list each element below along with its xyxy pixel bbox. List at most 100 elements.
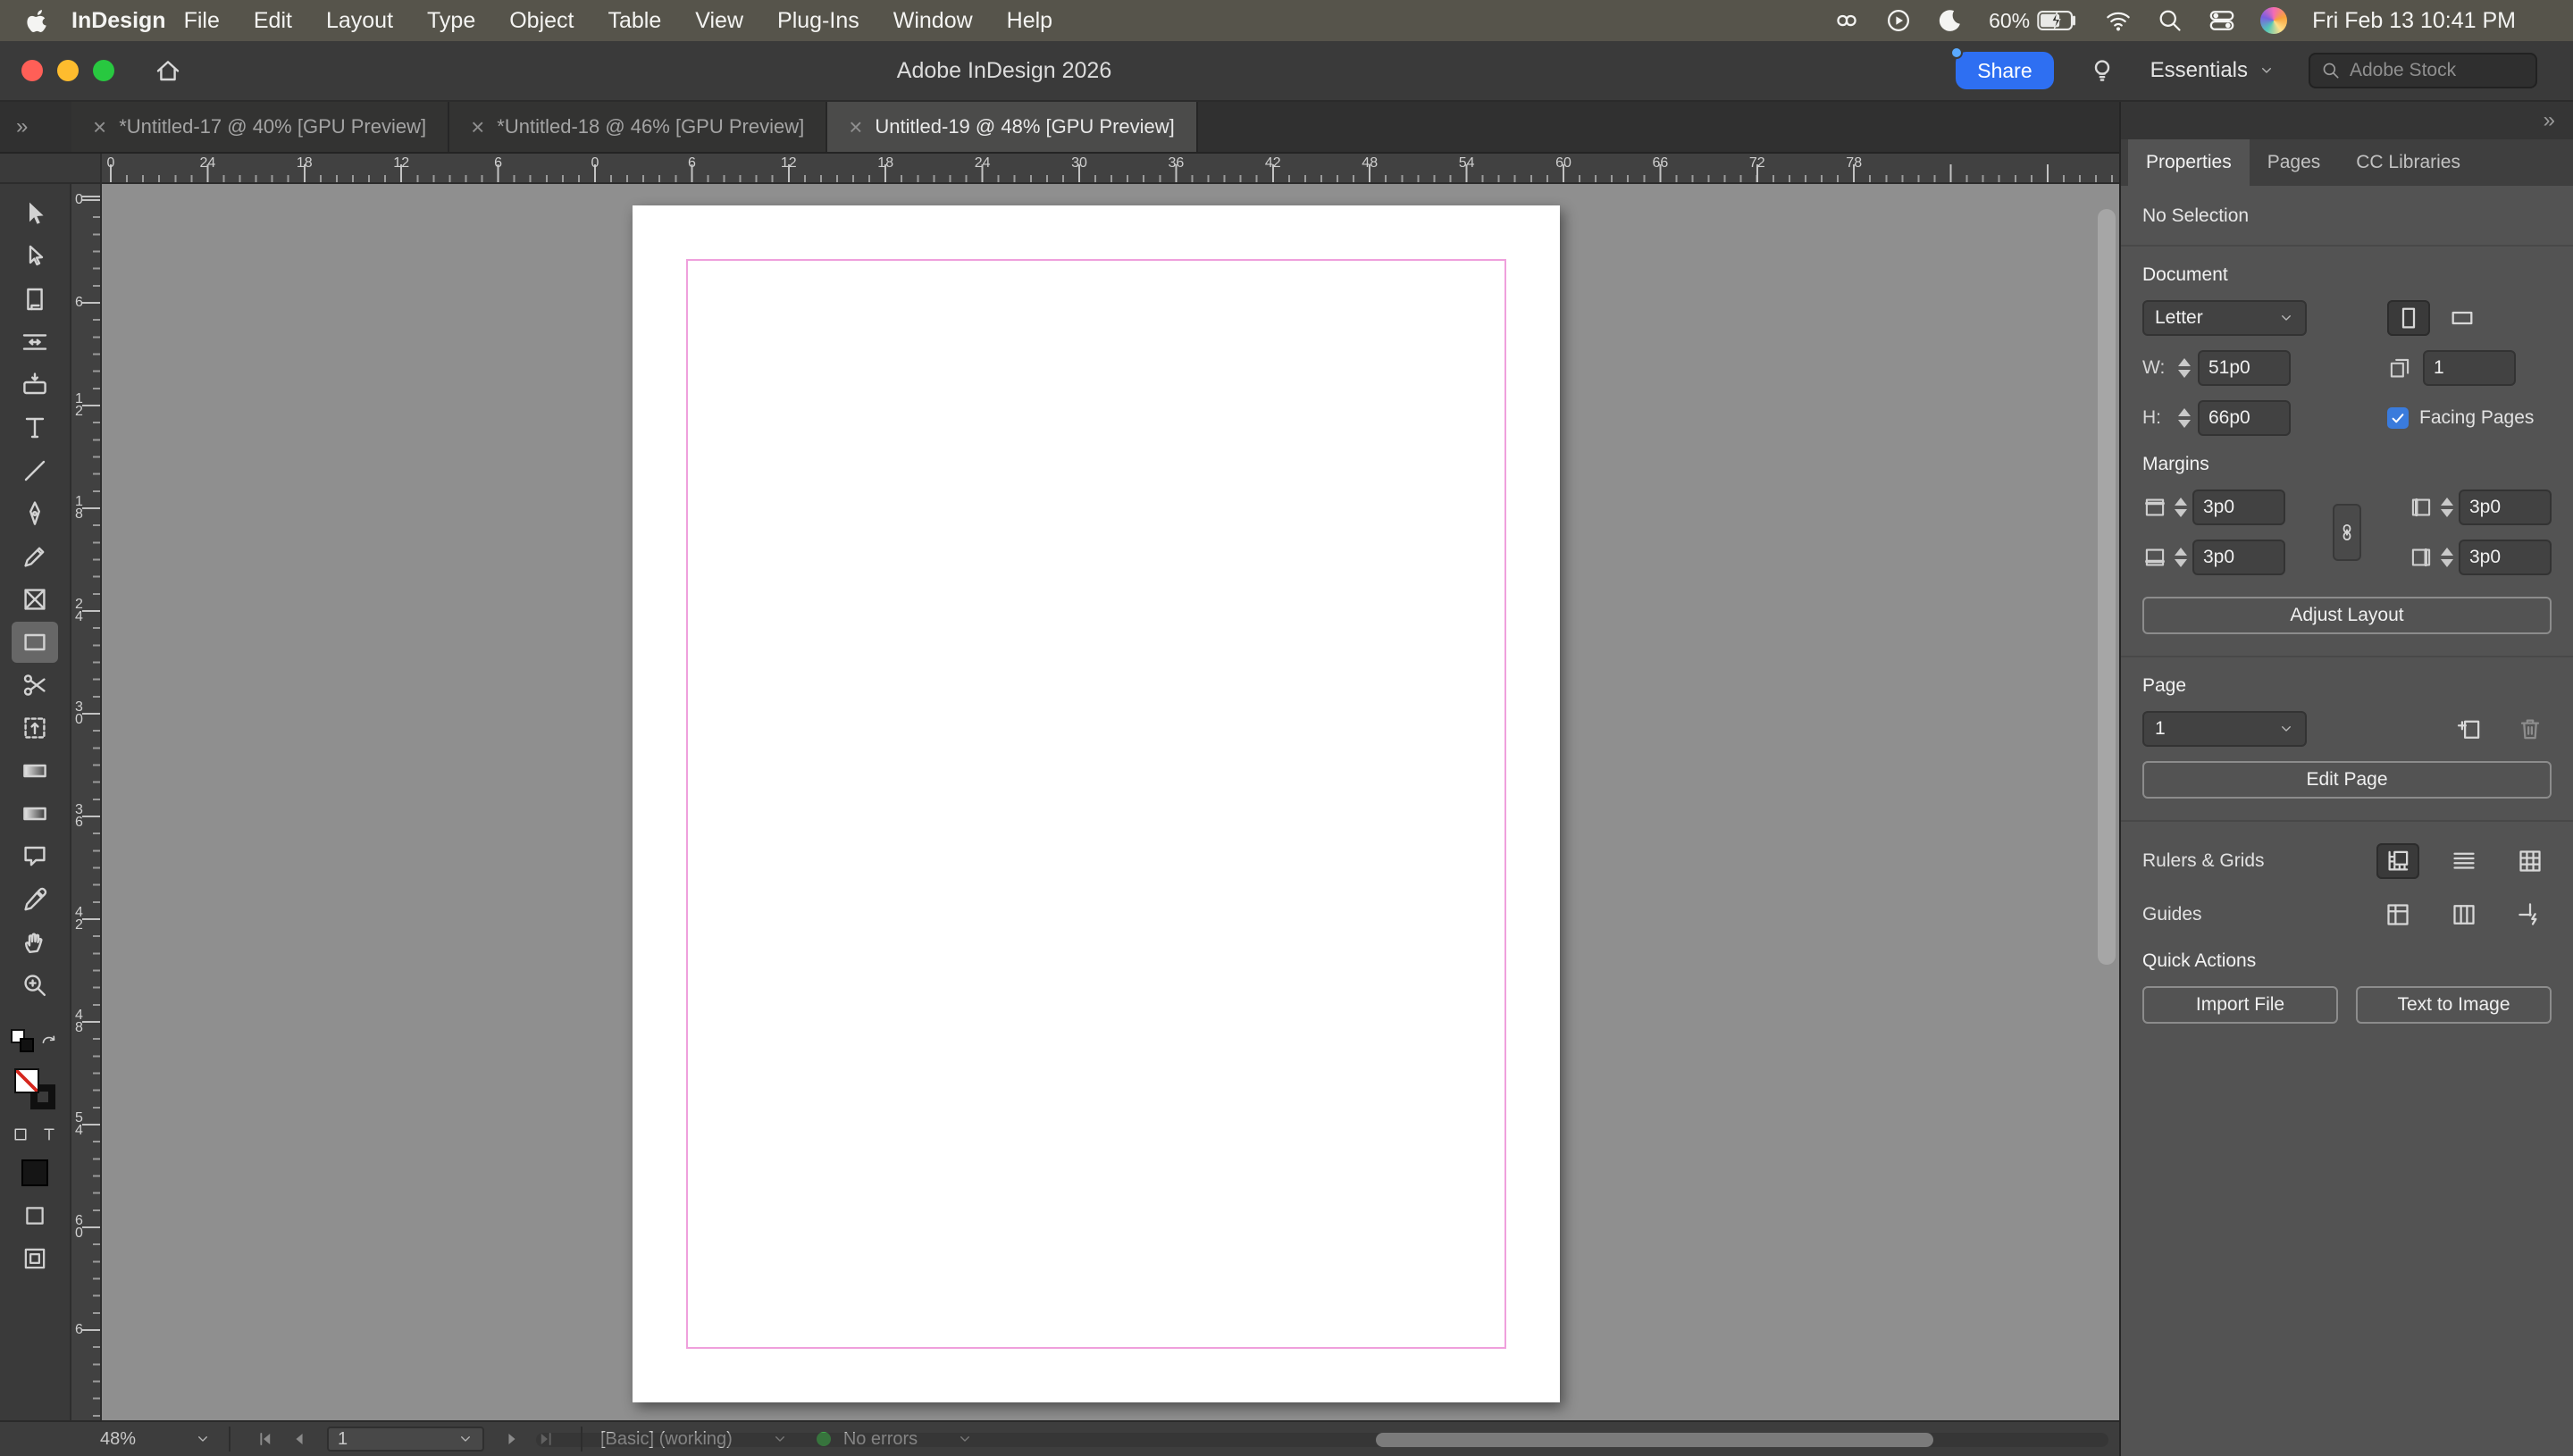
orientation-portrait-button[interactable]	[2387, 300, 2430, 336]
eyedropper-tool[interactable]	[12, 879, 58, 920]
preview-mode-button[interactable]	[21, 1245, 48, 1272]
menu-item-plug-ins[interactable]: Plug-Ins	[777, 8, 859, 34]
app-menu-name[interactable]: InDesign	[71, 8, 166, 34]
default-fill-stroke-button[interactable]	[11, 1029, 34, 1052]
pen-tool[interactable]	[12, 493, 58, 534]
window-minimize-button[interactable]	[57, 60, 79, 81]
menu-item-file[interactable]: File	[184, 8, 220, 34]
gradient-feather-tool[interactable]	[12, 793, 58, 834]
document-tab-3[interactable]: × Untitled-19 @ 48% [GPU Preview]	[827, 102, 1198, 152]
height-field[interactable]	[2198, 400, 2291, 436]
import-file-button[interactable]: Import File	[2142, 986, 2338, 1024]
swap-fill-stroke-icon[interactable]	[39, 1031, 59, 1050]
battery-indicator[interactable]: 60%	[1989, 9, 2080, 33]
margin-outside-stepper[interactable]	[2439, 548, 2455, 567]
control-center-icon[interactable]	[2208, 7, 2235, 34]
screen-play-icon[interactable]	[1885, 7, 1912, 34]
stock-search-input[interactable]	[2350, 60, 2525, 81]
text-to-image-button[interactable]: Text to Image	[2356, 986, 2552, 1024]
pasteboard[interactable]	[102, 184, 2119, 1420]
margin-top-stepper[interactable]	[2173, 498, 2189, 517]
screen-mode-button[interactable]	[21, 1202, 48, 1229]
wifi-icon[interactable]	[2105, 7, 2132, 34]
adobe-stock-search[interactable]	[2309, 53, 2537, 88]
tab-close-icon[interactable]: ×	[849, 115, 862, 138]
width-field[interactable]	[2198, 350, 2291, 386]
gradient-tool[interactable]	[12, 750, 58, 791]
zoom-tool[interactable]	[12, 965, 58, 1006]
apple-menu-icon[interactable]	[25, 8, 50, 33]
gap-tool[interactable]	[12, 322, 58, 363]
menu-item-object[interactable]: Object	[509, 8, 574, 34]
hand-tool[interactable]	[12, 922, 58, 963]
facing-pages-checkbox[interactable]	[2387, 407, 2409, 429]
margin-outside-field[interactable]	[2459, 540, 2552, 575]
formatting-affects-container-icon[interactable]	[12, 1125, 29, 1143]
vertical-ruler[interactable]: 0 6 12 18 24 30 36 42 48 54 60 6	[71, 184, 102, 1420]
menu-item-type[interactable]: Type	[427, 8, 475, 34]
column-guides-button[interactable]	[2443, 897, 2485, 933]
fill-swatch-none[interactable]	[14, 1068, 39, 1093]
menu-item-edit[interactable]: Edit	[254, 8, 292, 34]
document-grid-button[interactable]	[2509, 843, 2552, 879]
direct-selection-tool[interactable]	[12, 236, 58, 277]
workspace-switcher[interactable]: Essentials	[2150, 58, 2275, 83]
panel-tab-properties[interactable]: Properties	[2128, 139, 2250, 186]
scissors-tool[interactable]	[12, 665, 58, 706]
menubar-clock[interactable]: Fri Feb 13 10:41 PM	[2312, 8, 2516, 34]
show-guides-button[interactable]	[2376, 897, 2419, 933]
user-avatar[interactable]	[2260, 7, 2288, 34]
margin-bottom-field[interactable]	[2192, 540, 2285, 575]
page-count-field[interactable]	[2423, 350, 2516, 386]
creative-cloud-icon[interactable]	[1833, 7, 1860, 34]
focus-moon-icon[interactable]	[1937, 7, 1964, 34]
menu-item-window[interactable]: Window	[893, 8, 973, 34]
panel-collapse-chevrons[interactable]: »	[2544, 108, 2555, 133]
baseline-grid-button[interactable]	[2443, 843, 2485, 879]
delete-page-button[interactable]	[2509, 711, 2552, 747]
margin-inside-stepper[interactable]	[2439, 498, 2455, 517]
height-stepper[interactable]	[2176, 408, 2192, 428]
share-button[interactable]: Share	[1950, 46, 2054, 89]
margin-bottom-stepper[interactable]	[2173, 548, 2189, 567]
adjust-layout-button[interactable]: Adjust Layout	[2142, 597, 2552, 634]
menu-item-view[interactable]: View	[695, 8, 743, 34]
first-page-button[interactable]	[256, 1429, 275, 1449]
menu-item-layout[interactable]: Layout	[326, 8, 393, 34]
menu-item-help[interactable]: Help	[1007, 8, 1052, 34]
panel-tab-pages[interactable]: Pages	[2250, 139, 2339, 186]
vertical-scrollbar-thumb[interactable]	[2098, 209, 2116, 965]
spotlight-search-icon[interactable]	[2157, 7, 2183, 34]
horizontal-ruler[interactable]: 0 24 18 12 6 0 6 12 18 24 30 36 42 48 54 60 66 72 78	[102, 154, 2119, 184]
show-rulers-button[interactable]	[2376, 843, 2419, 879]
previous-page-button[interactable]	[289, 1429, 309, 1449]
window-zoom-button[interactable]	[93, 60, 114, 81]
tab-overflow-chevrons[interactable]: »	[0, 102, 71, 152]
margin-top-field[interactable]	[2192, 490, 2285, 525]
zoom-level-control[interactable]: 48%	[100, 1429, 211, 1450]
frame-tool[interactable]	[12, 579, 58, 620]
document-tab-2[interactable]: × *Untitled-18 @ 46% [GPU Preview]	[449, 102, 828, 152]
tab-close-icon[interactable]: ×	[471, 115, 484, 138]
content-collector-tool[interactable]	[12, 364, 58, 406]
lightbulb-icon[interactable]	[2088, 56, 2116, 85]
smart-guides-button[interactable]	[2509, 897, 2552, 933]
horizontal-scrollbar-thumb[interactable]	[1376, 1433, 1933, 1447]
orientation-landscape-button[interactable]	[2441, 300, 2484, 336]
free-transform-tool[interactable]	[12, 707, 58, 749]
pencil-tool[interactable]	[12, 536, 58, 577]
page-select[interactable]: 1	[2142, 711, 2307, 747]
next-page-button[interactable]	[502, 1429, 522, 1449]
page-tool[interactable]	[12, 279, 58, 320]
ruler-origin-corner[interactable]	[0, 154, 102, 184]
margin-inside-field[interactable]	[2459, 490, 2552, 525]
width-stepper[interactable]	[2176, 358, 2192, 378]
document-tab-1[interactable]: × *Untitled-17 @ 40% [GPU Preview]	[71, 102, 450, 152]
page-number-select[interactable]: 1	[327, 1427, 484, 1452]
type-tool[interactable]	[12, 407, 58, 448]
document-page[interactable]	[633, 205, 1560, 1402]
formatting-affects-text-icon[interactable]	[40, 1125, 58, 1143]
line-tool[interactable]	[12, 450, 58, 491]
rectangle-tool[interactable]	[12, 622, 58, 663]
add-page-button[interactable]	[2448, 711, 2491, 747]
